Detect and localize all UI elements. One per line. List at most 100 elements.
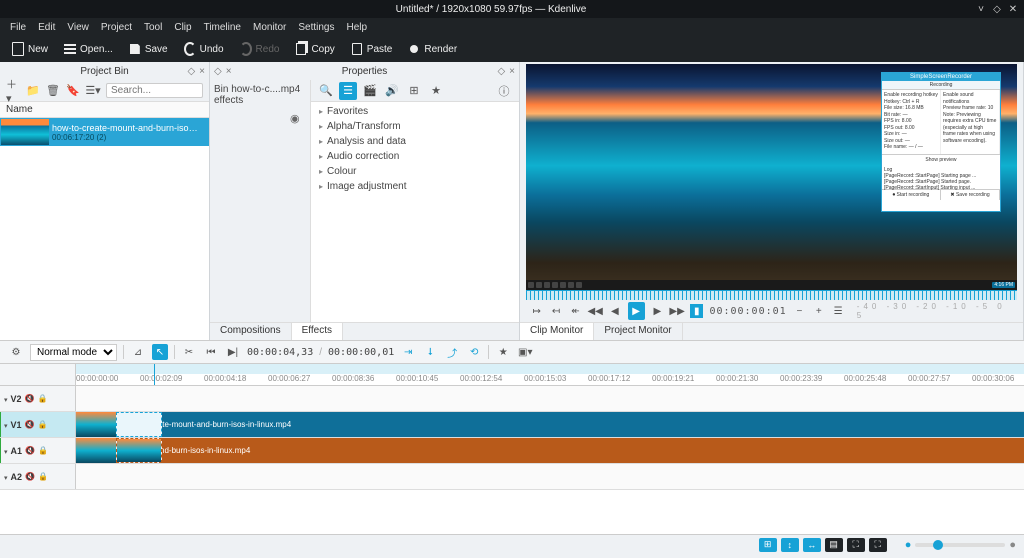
- lock-icon[interactable]: 🔒: [38, 420, 48, 430]
- mute-icon[interactable]: 🔇: [25, 420, 35, 430]
- skip-start-icon[interactable]: ⏮: [203, 344, 219, 360]
- selection-tool-icon[interactable]: ↖: [152, 344, 168, 360]
- zoom-out-icon[interactable]: ●: [905, 539, 912, 551]
- prev-frame-icon[interactable]: ◀: [608, 304, 621, 318]
- preview-render-icon[interactable]: ▣▾: [517, 344, 533, 360]
- lock-icon[interactable]: 🔒: [38, 446, 48, 456]
- panel-float-icon[interactable]: ◇: [214, 66, 222, 77]
- lock-icon[interactable]: 🔒: [38, 394, 48, 404]
- effect-category[interactable]: Alpha/Transform: [311, 119, 519, 134]
- undo-button[interactable]: Undo: [178, 41, 230, 57]
- effect-category[interactable]: Image adjustment: [311, 179, 519, 194]
- mute-icon[interactable]: 🔇: [25, 446, 35, 456]
- track-header-v1[interactable]: V1🔇🔒: [0, 412, 76, 437]
- timeline-clip-audio[interactable]: …-mount-and-burn-isos-in-linux.mp4: [76, 438, 1024, 463]
- tc-minus-icon[interactable]: −: [793, 304, 806, 318]
- show-audio-icon[interactable]: ↔: [803, 538, 821, 552]
- clip-monitor-tab[interactable]: Clip Monitor: [520, 323, 594, 340]
- menu-help[interactable]: Help: [341, 20, 374, 35]
- monitor-preview[interactable]: SimpleScreenRecorder Recording Enable re…: [526, 64, 1017, 290]
- favorite-icon[interactable]: ★: [495, 344, 511, 360]
- track-v1[interactable]: how-to-create-mount-and-burn-isos-in-lin…: [76, 412, 1024, 437]
- bin-column-name[interactable]: Name: [0, 102, 209, 118]
- marker-icon[interactable]: ▮: [690, 304, 703, 318]
- bin-search-input[interactable]: [106, 83, 203, 98]
- tag-icon[interactable]: 🔖: [66, 84, 80, 98]
- mute-icon[interactable]: 🔇: [25, 472, 35, 482]
- timeline-ruler[interactable]: 00:00:00:0000:00:02:0900:00:04:1800:00:0…: [76, 364, 1024, 386]
- delete-clip-icon[interactable]: 🗑: [46, 84, 60, 98]
- overwrite-icon[interactable]: ⭣: [422, 344, 438, 360]
- track-header-v2[interactable]: V2🔇🔒: [0, 386, 76, 411]
- copy-button[interactable]: Copy: [289, 41, 340, 57]
- forward-icon[interactable]: ▶▶: [670, 304, 684, 318]
- effect-category[interactable]: Analysis and data: [311, 134, 519, 149]
- project-monitor-tab[interactable]: Project Monitor: [594, 323, 682, 340]
- paste-button[interactable]: Paste: [345, 41, 399, 57]
- audio-effects-icon[interactable]: 🔊: [383, 82, 401, 100]
- track-header-a2[interactable]: A2🔇🔒: [0, 464, 76, 489]
- list-view-icon[interactable]: ☰: [339, 82, 357, 100]
- chevron-down-icon[interactable]: [4, 394, 8, 404]
- mute-icon[interactable]: 🔇: [25, 394, 35, 404]
- panel-close-icon[interactable]: ×: [199, 66, 205, 77]
- chevron-down-icon[interactable]: [4, 446, 8, 456]
- menu-project[interactable]: Project: [95, 20, 138, 35]
- minimize-icon[interactable]: ˅: [976, 4, 986, 14]
- effect-category[interactable]: Favorites: [311, 104, 519, 119]
- razor-tool-icon[interactable]: ✂: [181, 344, 197, 360]
- playhead[interactable]: [154, 364, 155, 385]
- menu-settings[interactable]: Settings: [292, 20, 340, 35]
- project-bin-tab[interactable]: Project Bin: [80, 66, 128, 77]
- menu-tool[interactable]: Tool: [138, 20, 168, 35]
- effects-list[interactable]: Favorites Alpha/Transform Analysis and d…: [311, 102, 519, 322]
- effect-category[interactable]: Colour: [311, 164, 519, 179]
- tool-spacer-icon[interactable]: ⊿: [130, 344, 146, 360]
- panel-float-icon[interactable]: ◇: [187, 66, 195, 77]
- info-icon[interactable]: ⓘ: [495, 82, 513, 100]
- panel-close-icon[interactable]: ×: [226, 66, 232, 77]
- bin-clip-item[interactable]: how-to-create-mount-and-burn-isos-in-lin…: [0, 118, 209, 146]
- close-icon[interactable]: ✕: [1008, 4, 1018, 14]
- zoom-fit-icon[interactable]: ⛶: [847, 538, 865, 552]
- play-button[interactable]: ▶: [628, 302, 645, 320]
- skip-end-icon[interactable]: ▶|: [225, 344, 241, 360]
- chevron-down-icon[interactable]: [4, 420, 8, 430]
- open-button[interactable]: Open...: [58, 41, 119, 57]
- menu-view[interactable]: View: [61, 20, 95, 35]
- track-v2[interactable]: [76, 386, 1024, 411]
- go-start-icon[interactable]: ↞: [569, 304, 582, 318]
- search-icon[interactable]: 🔍: [317, 82, 335, 100]
- properties-tab[interactable]: Properties: [342, 66, 388, 77]
- render-button[interactable]: Render: [402, 41, 463, 57]
- menu-edit[interactable]: Edit: [32, 20, 61, 35]
- timeline-pos[interactable]: 00:00:04,33: [247, 347, 313, 358]
- create-folder-icon[interactable]: 📁: [26, 84, 40, 98]
- monitor-timecode[interactable]: 00:00:00:01: [709, 306, 786, 317]
- settings-icon[interactable]: ⚙: [8, 344, 24, 360]
- zoom-slider[interactable]: [915, 543, 1005, 547]
- maximize-icon[interactable]: ◇: [992, 4, 1002, 14]
- visibility-icon[interactable]: ◉: [290, 112, 304, 126]
- favorite-effects-icon[interactable]: ★: [427, 82, 445, 100]
- zone-out-icon[interactable]: ↤: [549, 304, 562, 318]
- effect-category[interactable]: Audio correction: [311, 149, 519, 164]
- menu-clip[interactable]: Clip: [168, 20, 197, 35]
- menu-file[interactable]: File: [4, 20, 32, 35]
- save-button[interactable]: Save: [123, 41, 174, 57]
- options-icon[interactable]: ☰▾: [86, 84, 100, 98]
- track-a1[interactable]: …-mount-and-burn-isos-in-linux.mp4: [76, 438, 1024, 463]
- menu-monitor[interactable]: Monitor: [247, 20, 292, 35]
- monitor-ruler[interactable]: [526, 290, 1017, 300]
- panel-float-icon[interactable]: ◇: [497, 66, 505, 77]
- track-a2[interactable]: [76, 464, 1024, 489]
- tc-plus-icon[interactable]: +: [812, 304, 825, 318]
- zone-in-icon[interactable]: ↦: [530, 304, 543, 318]
- compositions-tab[interactable]: Compositions: [210, 323, 292, 340]
- rewind-icon[interactable]: ◀◀: [588, 304, 602, 318]
- redo-button[interactable]: Redo: [234, 41, 286, 57]
- menu-timeline[interactable]: Timeline: [198, 20, 247, 35]
- track-header-a1[interactable]: A1🔇🔒: [0, 438, 76, 463]
- show-markers-icon[interactable]: ↕: [781, 538, 799, 552]
- timeline-clip-video[interactable]: how-to-create-mount-and-burn-isos-in-lin…: [76, 412, 1024, 437]
